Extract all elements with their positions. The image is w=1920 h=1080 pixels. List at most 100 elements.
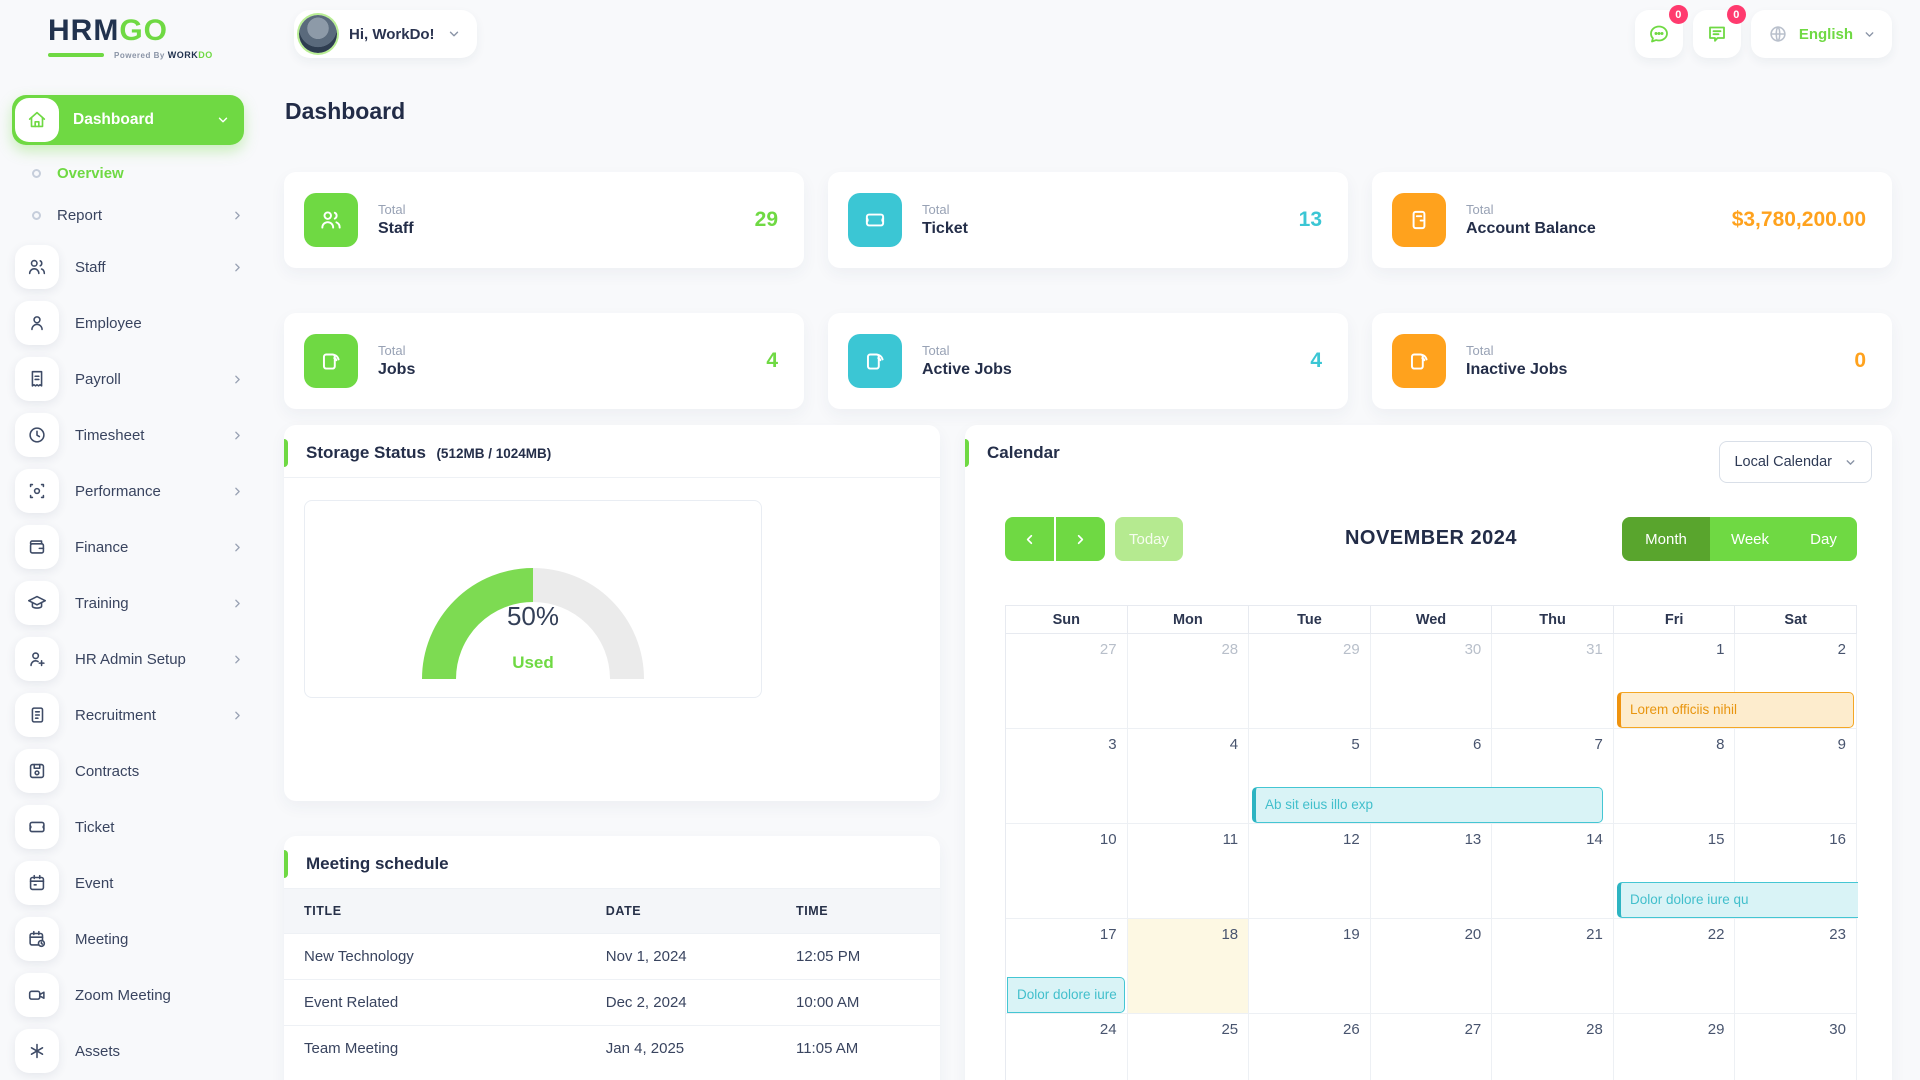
sidebar-item-ticket[interactable]: Ticket (12, 803, 244, 851)
chevron-right-icon (1073, 532, 1088, 547)
meeting-time: 12:05 PM (776, 934, 940, 980)
app-logo[interactable]: HRMGO Powered By WORKDO (48, 14, 218, 60)
prev-month-button[interactable] (1005, 517, 1054, 561)
sidebar-item-recruitment[interactable]: Recruitment (12, 691, 244, 739)
sidebar-item-label: Ticket (75, 819, 244, 836)
calendar-day-cell[interactable]: 23 (1735, 919, 1857, 1014)
next-month-button[interactable] (1056, 517, 1105, 561)
sidebar-item-label: Meeting (75, 931, 244, 948)
table-row: Team Meeting Jan 4, 2025 11:05 AM (284, 1026, 940, 1072)
sidebar-item-finance[interactable]: Finance (12, 523, 244, 571)
calendar-day-cell[interactable]: 10 (1006, 824, 1128, 919)
sidebar-item-label: Report (57, 207, 215, 224)
calendar-event[interactable]: Ab sit eius illo exp (1252, 787, 1603, 823)
sidebar-item-employee[interactable]: Employee (12, 299, 244, 347)
chevron-right-icon (231, 261, 244, 274)
bullet-icon (32, 169, 41, 178)
calendar-day-cell[interactable]: 24 (1006, 1014, 1128, 1080)
calendar-day-cell[interactable]: 11 (1128, 824, 1250, 919)
sidebar-item-hr-admin-setup[interactable]: HR Admin Setup (12, 635, 244, 683)
sidebar-item-label: Assets (75, 1043, 244, 1060)
stat-category: Total (1466, 343, 1567, 358)
calendar-day-cell[interactable]: 12 (1249, 824, 1371, 919)
calendar-event[interactable]: Lorem officiis nihil (1617, 692, 1854, 728)
stat-label: Account Balance (1466, 220, 1596, 237)
sidebar-item-dashboard[interactable]: Dashboard (12, 95, 244, 145)
calendar-day-cell[interactable]: 27 (1006, 634, 1128, 729)
card-header: Meeting schedule (284, 836, 940, 889)
messages-button[interactable]: 0 (1635, 10, 1683, 58)
video-camera-icon (15, 973, 59, 1017)
view-day-button[interactable]: Day (1790, 517, 1857, 561)
calendar-source-select[interactable]: Local Calendar (1719, 441, 1872, 483)
stat-card-account-balance: TotalAccount Balance $3,780,200.00 (1372, 172, 1892, 268)
sidebar-item-contracts[interactable]: Contracts (12, 747, 244, 795)
stat-category: Total (1466, 202, 1596, 217)
view-week-button[interactable]: Week (1710, 517, 1790, 561)
calendar-day-cell-today[interactable]: 18 (1128, 919, 1250, 1014)
calendar-event[interactable]: Dolor dolore iure qu (1617, 882, 1858, 918)
calendar-icon (15, 861, 59, 905)
calendar-day-cell[interactable]: 8 (1614, 729, 1736, 824)
sidebar-item-zoom-meeting[interactable]: Zoom Meeting (12, 971, 244, 1019)
sidebar-item-label: Training (75, 595, 215, 612)
wallet-icon (1392, 193, 1446, 247)
meeting-title: Event Related (284, 980, 586, 1026)
day-header-thu: Thu (1492, 606, 1614, 634)
calendar-day-cell[interactable]: 30 (1735, 1014, 1857, 1080)
calendar-day-cell[interactable]: 9 (1735, 729, 1857, 824)
sidebar-item-event[interactable]: Event (12, 859, 244, 907)
calendar-day-cell[interactable]: 3 (1006, 729, 1128, 824)
notifications-button[interactable]: 0 (1693, 10, 1741, 58)
meeting-date: Nov 1, 2024 (586, 934, 776, 980)
sidebar-item-label: Performance (75, 483, 215, 500)
graduation-cap-icon (15, 581, 59, 625)
page-title: Dashboard (285, 98, 405, 125)
sidebar-item-label: HR Admin Setup (75, 651, 215, 668)
meeting-date: Jan 4, 2025 (586, 1026, 776, 1072)
calendar-day-cell[interactable]: 21 (1492, 919, 1614, 1014)
sidebar-item-performance[interactable]: Performance (12, 467, 244, 515)
calendar-day-cell[interactable]: 22 (1614, 919, 1736, 1014)
calendar-day-cell[interactable]: 19 (1249, 919, 1371, 1014)
calendar-day-cell[interactable]: 31 (1492, 634, 1614, 729)
sidebar-item-overview[interactable]: Overview (32, 159, 244, 187)
sidebar-item-training[interactable]: Training (12, 579, 244, 627)
sidebar-item-meeting[interactable]: Meeting (12, 915, 244, 963)
calendar-event[interactable]: Dolor dolore iure (1007, 977, 1125, 1013)
calendar-day-cell[interactable]: 20 (1371, 919, 1493, 1014)
table-header-row: TITLE DATE TIME (284, 889, 940, 934)
sidebar-item-staff[interactable]: Staff (12, 243, 244, 291)
calendar-day-cell[interactable]: 29 (1614, 1014, 1736, 1080)
calendar-day-cell[interactable]: 29 (1249, 634, 1371, 729)
users-icon (15, 245, 59, 289)
language-selector[interactable]: English (1751, 10, 1892, 58)
sidebar-item-payroll[interactable]: Payroll (12, 355, 244, 403)
chevron-right-icon (231, 209, 244, 222)
chevron-right-icon (231, 709, 244, 722)
stat-value: 0 (1854, 349, 1866, 373)
logo-tagline: Powered By WORKDO (48, 50, 218, 60)
user-menu[interactable]: Hi, WorkDo! (294, 10, 477, 58)
sidebar-item-report[interactable]: Report (32, 201, 244, 229)
chevron-right-icon (231, 429, 244, 442)
calendar-day-cell[interactable]: 13 (1371, 824, 1493, 919)
calendar-day-cell[interactable]: 14 (1492, 824, 1614, 919)
view-month-button[interactable]: Month (1622, 517, 1710, 561)
day-header-sat: Sat (1735, 606, 1857, 634)
calendar-day-cell[interactable]: 25 (1128, 1014, 1250, 1080)
sidebar-item-assets[interactable]: Assets (12, 1027, 244, 1075)
avatar (299, 15, 337, 53)
calendar-day-cell[interactable]: 28 (1128, 634, 1250, 729)
today-button[interactable]: Today (1115, 517, 1183, 561)
device-signal-icon (1392, 334, 1446, 388)
calendar-day-cell[interactable]: 4 (1128, 729, 1250, 824)
language-label: English (1799, 26, 1853, 43)
calendar-day-cell[interactable]: 28 (1492, 1014, 1614, 1080)
calendar-day-cell[interactable]: 30 (1371, 634, 1493, 729)
calendar-day-cell[interactable]: 27 (1371, 1014, 1493, 1080)
stat-card-staff: TotalStaff 29 (284, 172, 804, 268)
sidebar-item-timesheet[interactable]: Timesheet (12, 411, 244, 459)
calendar-day-cell[interactable]: 26 (1249, 1014, 1371, 1080)
sidebar-item-label: Overview (57, 165, 244, 182)
